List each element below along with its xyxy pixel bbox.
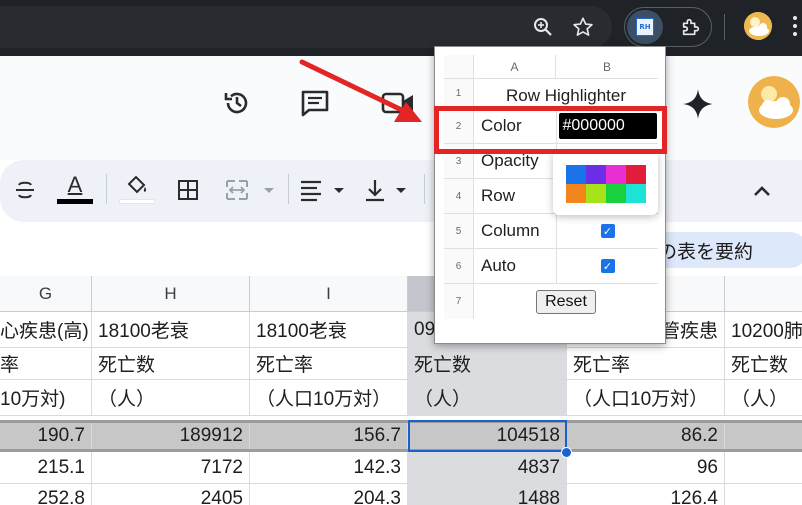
cell[interactable]: 率: [0, 348, 92, 380]
auto-label: Auto: [481, 256, 516, 275]
settings-row-title: 1 Row Highlighter: [444, 79, 658, 109]
cell[interactable]: （人）: [725, 380, 802, 416]
cell[interactable]: 86.2: [567, 423, 725, 449]
cell[interactable]: 204.3: [250, 484, 408, 505]
color-swatch[interactable]: [606, 184, 626, 203]
cell[interactable]: [725, 484, 802, 505]
row-label: Row: [481, 186, 516, 205]
borders-icon[interactable]: [174, 176, 202, 204]
cell[interactable]: 142.3: [250, 452, 408, 484]
cell[interactable]: 死亡率: [567, 348, 725, 380]
cell[interactable]: 10200肺: [725, 312, 802, 348]
cell[interactable]: （人）: [92, 380, 250, 416]
column-header-h[interactable]: H: [92, 276, 250, 312]
toolbar-divider: [106, 174, 107, 204]
browser-toolbar: RH: [0, 0, 802, 56]
chevron-up-icon[interactable]: [748, 178, 776, 204]
cell[interactable]: 死亡数: [725, 348, 802, 380]
valign-icon[interactable]: [362, 176, 414, 204]
screen: RH A の表を要約 G H I 心疾患(高) 18100老衰 18100老衰 …: [0, 0, 802, 505]
cell[interactable]: 126.4: [567, 484, 725, 505]
corner-cell: [444, 55, 474, 78]
settings-row-column: 5 Column ✓: [444, 214, 658, 249]
cell[interactable]: 心疾患(高): [0, 312, 92, 348]
zoom-icon[interactable]: [530, 14, 556, 40]
row-number: 4: [444, 179, 474, 213]
cell[interactable]: 2405: [92, 484, 250, 505]
cell[interactable]: 252.8: [0, 484, 92, 505]
auto-checkbox[interactable]: ✓: [600, 259, 615, 273]
column-checkbox[interactable]: ✓: [600, 224, 615, 238]
toolbar-divider: [424, 174, 425, 204]
cell[interactable]: 190.7: [0, 423, 92, 449]
fill-handle[interactable]: [561, 447, 572, 458]
sparkle-icon[interactable]: [680, 86, 716, 122]
cell[interactable]: 96: [567, 452, 725, 484]
settings-header-row: A B: [444, 55, 658, 79]
column-header-g[interactable]: G: [0, 276, 92, 312]
annotation-arrow: [299, 59, 422, 122]
cell[interactable]: 18100老衰: [92, 312, 250, 348]
cell[interactable]: （人口10万対）: [567, 380, 725, 416]
cell[interactable]: 死亡数: [92, 348, 250, 380]
puzzle-icon[interactable]: [678, 14, 704, 40]
cell[interactable]: [725, 452, 802, 484]
cell[interactable]: 189912: [92, 423, 250, 449]
kebab-icon[interactable]: [788, 14, 802, 40]
color-swatch[interactable]: [586, 165, 606, 184]
account-avatar[interactable]: [748, 76, 800, 128]
color-swatch[interactable]: [586, 184, 606, 203]
color-swatch[interactable]: [566, 165, 586, 184]
toolbar-divider: [288, 174, 289, 204]
settings-row-reset: 7 Reset: [444, 284, 658, 319]
color-swatch[interactable]: [626, 184, 646, 203]
strikethrough-icon[interactable]: [12, 176, 38, 204]
cell[interactable]: 4837: [408, 452, 567, 484]
settings-row-auto: 6 Auto ✓: [444, 249, 658, 284]
cell[interactable]: 18100老衰: [250, 312, 408, 348]
popup-title: Row Highlighter: [506, 86, 626, 105]
color-swatch[interactable]: [626, 165, 646, 184]
column-a-header: A: [474, 55, 556, 79]
profile-avatar[interactable]: [744, 12, 772, 40]
column-label: Column: [481, 221, 540, 240]
reset-button[interactable]: Reset: [536, 289, 596, 314]
annotation-highlight-box: [434, 106, 667, 154]
row-number: 6: [444, 249, 474, 283]
star-icon[interactable]: [570, 14, 596, 40]
merge-icon[interactable]: [224, 176, 280, 204]
color-swatch[interactable]: [566, 184, 586, 203]
fill-color-icon[interactable]: [118, 172, 156, 206]
cell[interactable]: 7172: [92, 452, 250, 484]
row-highlighter-extension-button[interactable]: RH: [627, 10, 663, 44]
cell[interactable]: （人口10万対）: [250, 380, 408, 416]
color-swatch[interactable]: [606, 165, 626, 184]
spreadsheet-grid: G H I I 心疾患(高) 18100老衰 18100老衰 09 血管疾患 1…: [0, 276, 802, 505]
cell[interactable]: 215.1: [0, 452, 92, 484]
row-highlighter-badge: RH: [636, 18, 654, 36]
row-number: 1: [444, 79, 474, 108]
cell[interactable]: 156.7: [250, 423, 408, 449]
cell[interactable]: 死亡数: [408, 348, 567, 380]
active-cell-value[interactable]: 104518: [408, 423, 567, 449]
cell[interactable]: 10万対): [0, 380, 92, 416]
column-b-header: B: [602, 60, 611, 74]
cell[interactable]: [725, 423, 802, 449]
toolbar-divider: [724, 14, 725, 40]
column-header-i[interactable]: I: [250, 276, 408, 312]
row-number: 7: [444, 284, 474, 319]
color-swatch-picker: [553, 151, 658, 215]
address-bar[interactable]: [0, 6, 612, 48]
align-icon[interactable]: [298, 176, 350, 204]
row-number: 5: [444, 214, 474, 248]
cell[interactable]: （人）: [408, 380, 567, 416]
cell[interactable]: 死亡率: [250, 348, 408, 380]
text-color-icon[interactable]: A: [56, 172, 94, 206]
cell[interactable]: 1488: [408, 484, 567, 505]
ai-summarize-label: の表を要約: [658, 241, 754, 263]
column-header-l[interactable]: I: [725, 276, 802, 312]
history-icon[interactable]: [220, 86, 254, 120]
